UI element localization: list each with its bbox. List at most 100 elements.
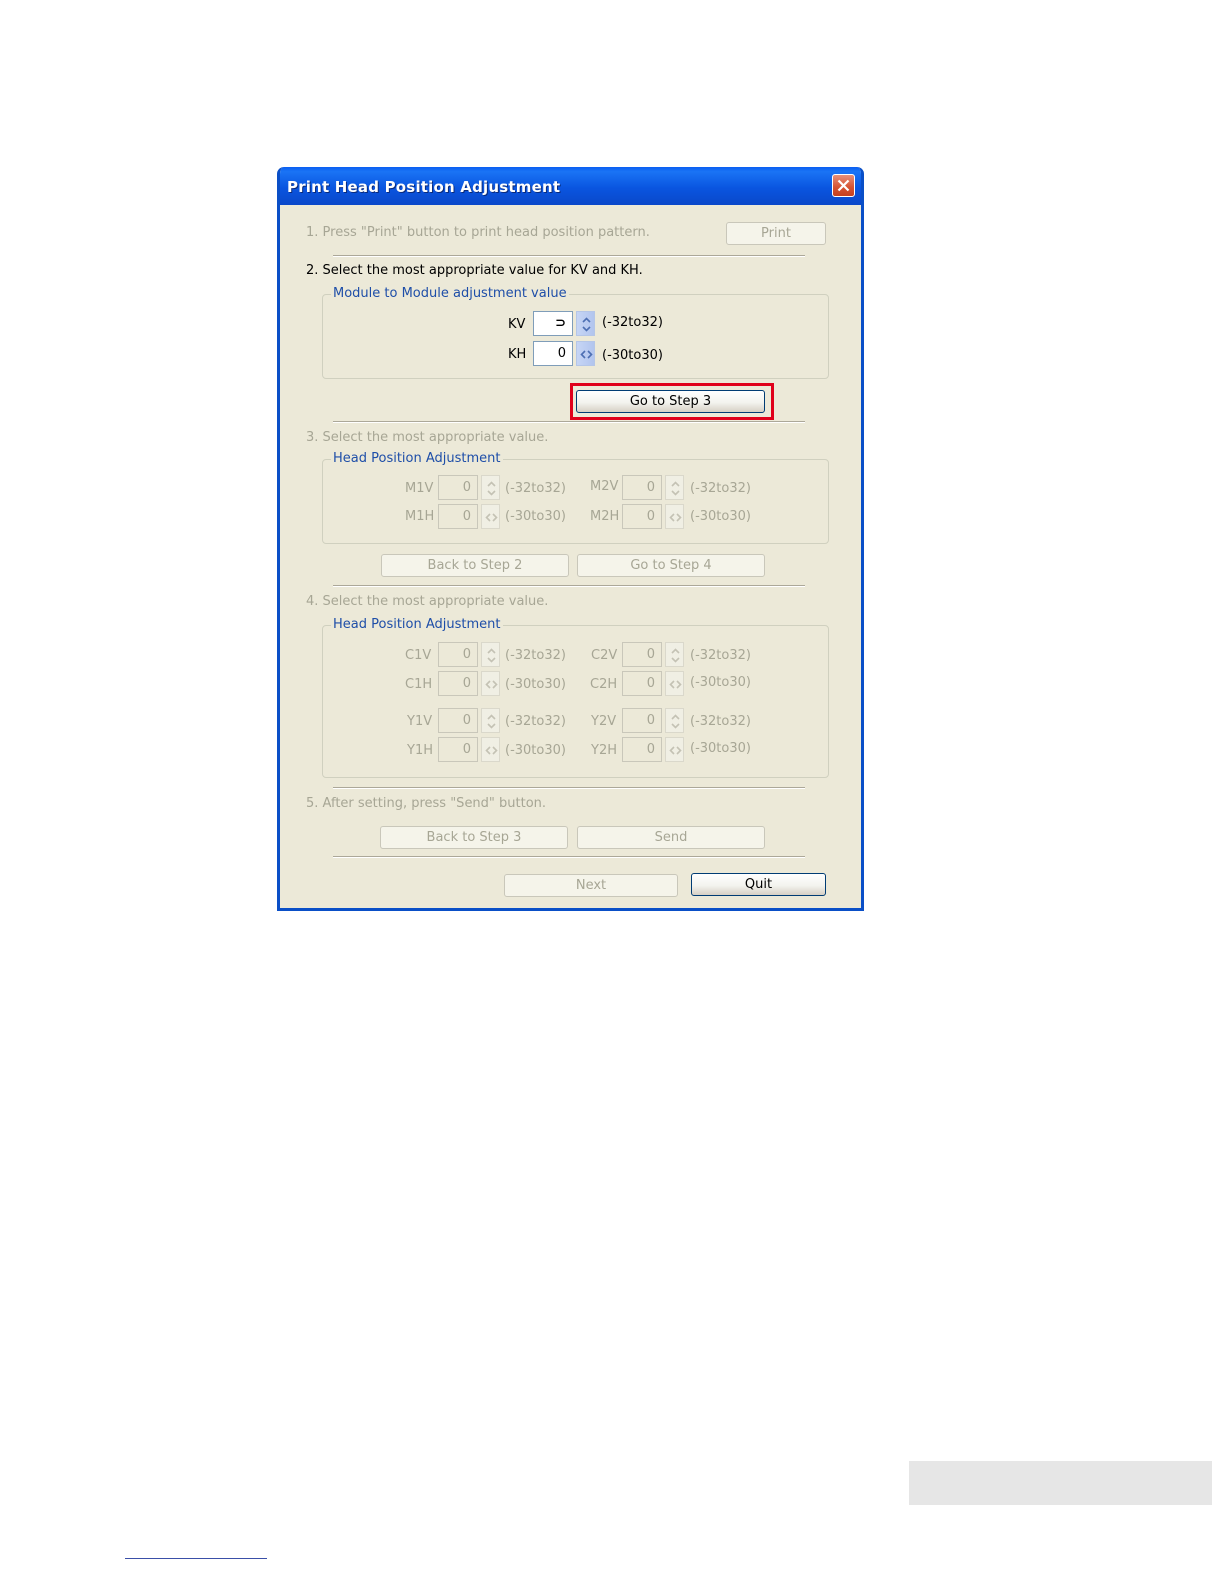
title-bar[interactable]: Print Head Position Adjustment [280, 167, 861, 205]
c1v-input[interactable]: 0 [438, 642, 478, 667]
c2h-input[interactable]: 0 [622, 671, 662, 696]
y1h-spinner[interactable] [481, 737, 500, 762]
kh-input[interactable]: 0 [533, 341, 573, 366]
kv-spinner[interactable] [576, 311, 595, 336]
m2h-spinner[interactable] [665, 504, 684, 529]
step5-text: 5. After setting, press "Send" button. [306, 796, 547, 811]
m1v-range: (-32to32) [505, 481, 566, 496]
separator [333, 787, 805, 789]
separator [333, 421, 805, 423]
m2h-range: (-30to30) [690, 509, 751, 524]
head-position-group-step3: Head Position Adjustment [322, 451, 829, 544]
kh-spinner[interactable] [576, 341, 595, 366]
kv-input[interactable]: ⊃ [533, 311, 573, 336]
y2h-range: (-30to30) [690, 741, 751, 756]
step3-text: 3. Select the most appropriate value. [306, 430, 549, 445]
y2v-spinner[interactable] [665, 708, 684, 733]
kh-value: 0 [557, 346, 566, 361]
kh-label: KH [508, 347, 527, 362]
y1v-value: 0 [462, 713, 471, 728]
m1v-spinner[interactable] [481, 475, 500, 500]
m2h-label: M2H [590, 509, 620, 524]
close-icon [837, 179, 850, 192]
c1h-value: 0 [462, 676, 471, 691]
back-to-step2-button[interactable]: Back to Step 2 [381, 554, 569, 577]
c1v-label: C1V [405, 648, 432, 663]
back-to-step3-button[interactable]: Back to Step 3 [380, 826, 568, 849]
spin-left-right-icon [669, 513, 682, 522]
spin-left-right-icon [485, 746, 498, 755]
head-position-group-step4-label: Head Position Adjustment [331, 617, 503, 632]
kv-value: ⊃ [555, 316, 566, 331]
spin-up-down-icon [487, 714, 496, 729]
y1v-input[interactable]: 0 [438, 708, 478, 733]
y1h-range: (-30to30) [505, 743, 566, 758]
y2h-input[interactable]: 0 [622, 737, 662, 762]
m1v-value: 0 [462, 480, 471, 495]
m1v-input[interactable]: 0 [438, 475, 478, 500]
step2-text: 2. Select the most appropriate value for… [306, 263, 643, 278]
separator [333, 255, 805, 257]
y1v-label: Y1V [407, 714, 433, 729]
c2v-label: C2V [591, 648, 618, 663]
m2v-spinner[interactable] [665, 475, 684, 500]
y1v-spinner[interactable] [481, 708, 500, 733]
m2v-input[interactable]: 0 [622, 475, 662, 500]
c2h-label: C2H [590, 677, 618, 692]
y2v-label: Y2V [591, 714, 617, 729]
spin-left-right-icon [580, 350, 593, 359]
m1h-range: (-30to30) [505, 509, 566, 524]
kv-range: (-32to32) [602, 315, 663, 330]
c1v-spinner[interactable] [481, 642, 500, 667]
separator [333, 856, 805, 858]
m2h-input[interactable]: 0 [622, 504, 662, 529]
print-head-position-dialog: Print Head Position Adjustment 1. Press … [277, 167, 864, 911]
module-adjustment-group-label: Module to Module adjustment value [331, 286, 569, 301]
y1h-value: 0 [462, 742, 471, 757]
spin-up-down-icon [582, 317, 591, 332]
c1h-spinner[interactable] [481, 671, 500, 696]
close-button[interactable] [832, 174, 855, 197]
y2h-value: 0 [646, 742, 655, 757]
head-position-group-step4: Head Position Adjustment [322, 617, 829, 778]
footer-rule [125, 1558, 267, 1559]
send-button[interactable]: Send [577, 826, 765, 849]
footer-bar [909, 1461, 1212, 1505]
next-button[interactable]: Next [504, 874, 678, 897]
y2h-label: Y2H [591, 743, 617, 758]
spin-left-right-icon [669, 746, 682, 755]
spin-up-down-icon [671, 648, 680, 663]
m2h-value: 0 [646, 509, 655, 524]
c2v-spinner[interactable] [665, 642, 684, 667]
c1h-input[interactable]: 0 [438, 671, 478, 696]
m1h-value: 0 [462, 509, 471, 524]
m1h-spinner[interactable] [481, 504, 500, 529]
highlight-box [570, 383, 774, 420]
c2h-spinner[interactable] [665, 671, 684, 696]
dialog-content: 1. Press "Print" button to print head po… [280, 205, 861, 908]
print-button[interactable]: Print [726, 222, 826, 245]
spin-up-down-icon [671, 481, 680, 496]
y1v-range: (-32to32) [505, 714, 566, 729]
c2v-input[interactable]: 0 [622, 642, 662, 667]
spin-left-right-icon [485, 513, 498, 522]
quit-button[interactable]: Quit [691, 873, 826, 896]
go-to-step4-button[interactable]: Go to Step 4 [577, 554, 765, 577]
y2v-input[interactable]: 0 [622, 708, 662, 733]
y2h-spinner[interactable] [665, 737, 684, 762]
y1h-input[interactable]: 0 [438, 737, 478, 762]
m2v-range: (-32to32) [690, 481, 751, 496]
c1h-range: (-30to30) [505, 677, 566, 692]
m1h-label: M1H [405, 509, 435, 524]
separator [333, 585, 805, 587]
m1h-input[interactable]: 0 [438, 504, 478, 529]
c1h-label: C1H [405, 677, 433, 692]
m2v-value: 0 [646, 480, 655, 495]
c2h-range: (-30to30) [690, 675, 751, 690]
y1h-label: Y1H [407, 743, 433, 758]
m1v-label: M1V [405, 481, 434, 496]
m2v-label: M2V [590, 479, 619, 494]
y2v-range: (-32to32) [690, 714, 751, 729]
head-position-group-step3-label: Head Position Adjustment [331, 451, 503, 466]
kv-label: KV [508, 317, 526, 332]
